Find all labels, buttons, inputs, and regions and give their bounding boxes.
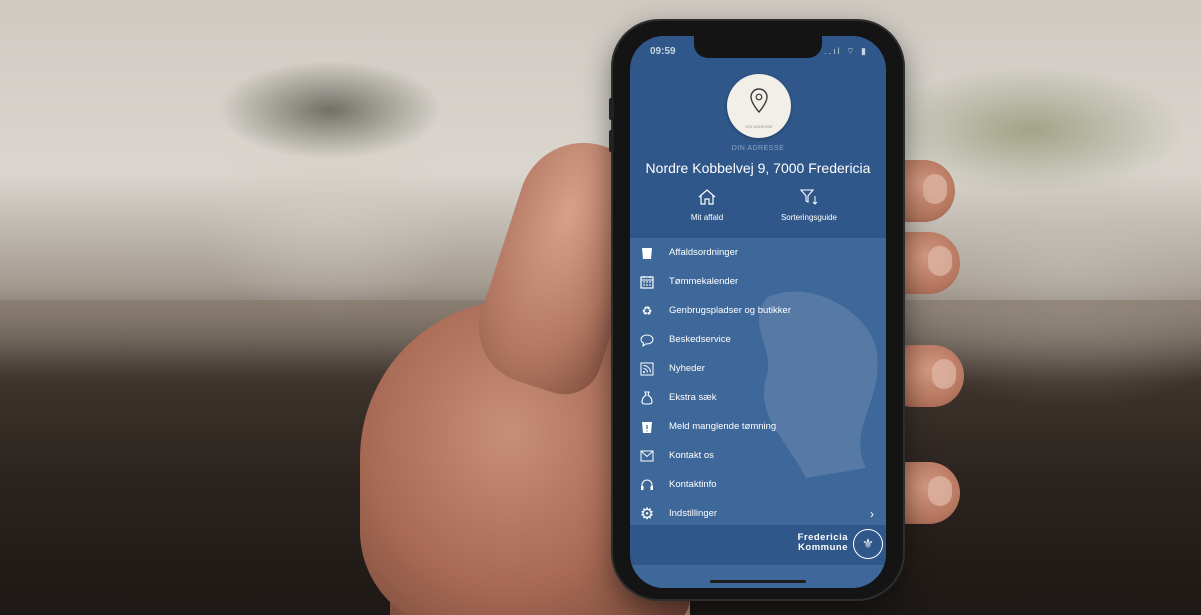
phone-screen: 09:59 ..ıl ⌔ ▮ DIN ADRESSE DIN ADRESSE N… <box>630 36 886 588</box>
menu-item-label: Kontakt os <box>669 450 714 461</box>
sorteringsguide-label: Sorteringsguide <box>780 213 838 222</box>
address-circle[interactable]: DIN ADRESSE <box>727 74 791 138</box>
menu-item-label: Meld manglende tømning <box>669 421 777 432</box>
headset-icon <box>639 477 655 493</box>
menu-item-kontakt-os[interactable]: Kontakt os <box>630 441 886 470</box>
chevron-right-icon: › <box>870 506 874 521</box>
menu-item-nyheder[interactable]: Nyheder <box>630 354 886 383</box>
waste-bin-icon <box>639 245 655 261</box>
sort-filter-icon <box>799 189 818 205</box>
menu-item-beskedservice[interactable]: Beskedservice <box>630 325 886 354</box>
fredericia-kommune-logo: Fredericia Kommune <box>798 533 848 553</box>
menu-item-kontaktinfo[interactable]: Kontaktinfo <box>630 470 886 499</box>
circle-caption: DIN ADRESSE <box>745 124 773 129</box>
mail-icon <box>639 448 655 464</box>
mit-affald-label: Mit affald <box>690 213 724 222</box>
sack-icon <box>639 390 655 406</box>
menu-item-label: Beskedservice <box>669 334 731 345</box>
address-text[interactable]: Nordre Kobbelvej 9, 7000 Fredericia <box>630 160 886 176</box>
status-icons: ..ıl ⌔ ▮ <box>824 46 868 56</box>
menu-item-label: Tømmekalender <box>669 276 739 287</box>
gear-icon: ⚙ <box>639 505 655 523</box>
status-time: 09:59 <box>650 46 676 57</box>
recycle-icon: ♻ <box>641 303 653 318</box>
footer-bar: Fredericia Kommune ⚜ <box>630 525 886 565</box>
address-caption: DIN ADRESSE <box>731 145 785 152</box>
house-icon <box>698 189 716 205</box>
chat-bubble-icon <box>639 332 655 348</box>
location-pin-icon <box>750 88 768 114</box>
bottom-band <box>630 565 886 588</box>
volume-up-button <box>609 98 614 120</box>
bin-alert-icon <box>639 419 655 435</box>
menu-item-indstillinger[interactable]: ⚙ Indstillinger › <box>630 499 886 528</box>
menu-item-meld-manglende[interactable]: Meld manglende tømning <box>630 412 886 441</box>
main-menu: Affaldsordninger Tømmekalender ♻ Genbrug… <box>630 238 886 525</box>
rss-icon <box>639 361 655 377</box>
menu-item-ekstra-saek[interactable]: Ekstra sæk <box>630 383 886 412</box>
menu-item-label: Nyheder <box>669 363 705 374</box>
photo-background: 09:59 ..ıl ⌔ ▮ DIN ADRESSE DIN ADRESSE N… <box>0 0 1201 615</box>
mit-affald-button[interactable]: Mit affald <box>662 188 752 222</box>
menu-item-affaldsordninger[interactable]: Affaldsordninger <box>630 238 886 267</box>
volume-down-button <box>609 130 614 152</box>
menu-item-tommekalender[interactable]: Tømmekalender <box>630 267 886 296</box>
menu-item-genbrugspladser[interactable]: ♻ Genbrugspladser og butikker <box>630 296 886 325</box>
logo-line2: Kommune <box>798 542 848 553</box>
calendar-icon <box>639 274 655 290</box>
phone-notch <box>694 36 822 58</box>
menu-item-label: Indstillinger <box>669 508 718 519</box>
menu-item-label: Kontaktinfo <box>669 479 717 490</box>
menu-item-label: Ekstra sæk <box>669 392 717 403</box>
address-header: 09:59 ..ıl ⌔ ▮ DIN ADRESSE DIN ADRESSE N… <box>630 36 886 236</box>
menu-item-label: Affaldsordninger <box>669 247 739 258</box>
coat-of-arms-icon: ⚜ <box>853 529 883 559</box>
sorteringsguide-button[interactable]: Sorteringsguide <box>764 188 854 222</box>
menu-item-label: Genbrugspladser og butikker <box>669 305 791 316</box>
home-indicator[interactable] <box>710 580 806 583</box>
